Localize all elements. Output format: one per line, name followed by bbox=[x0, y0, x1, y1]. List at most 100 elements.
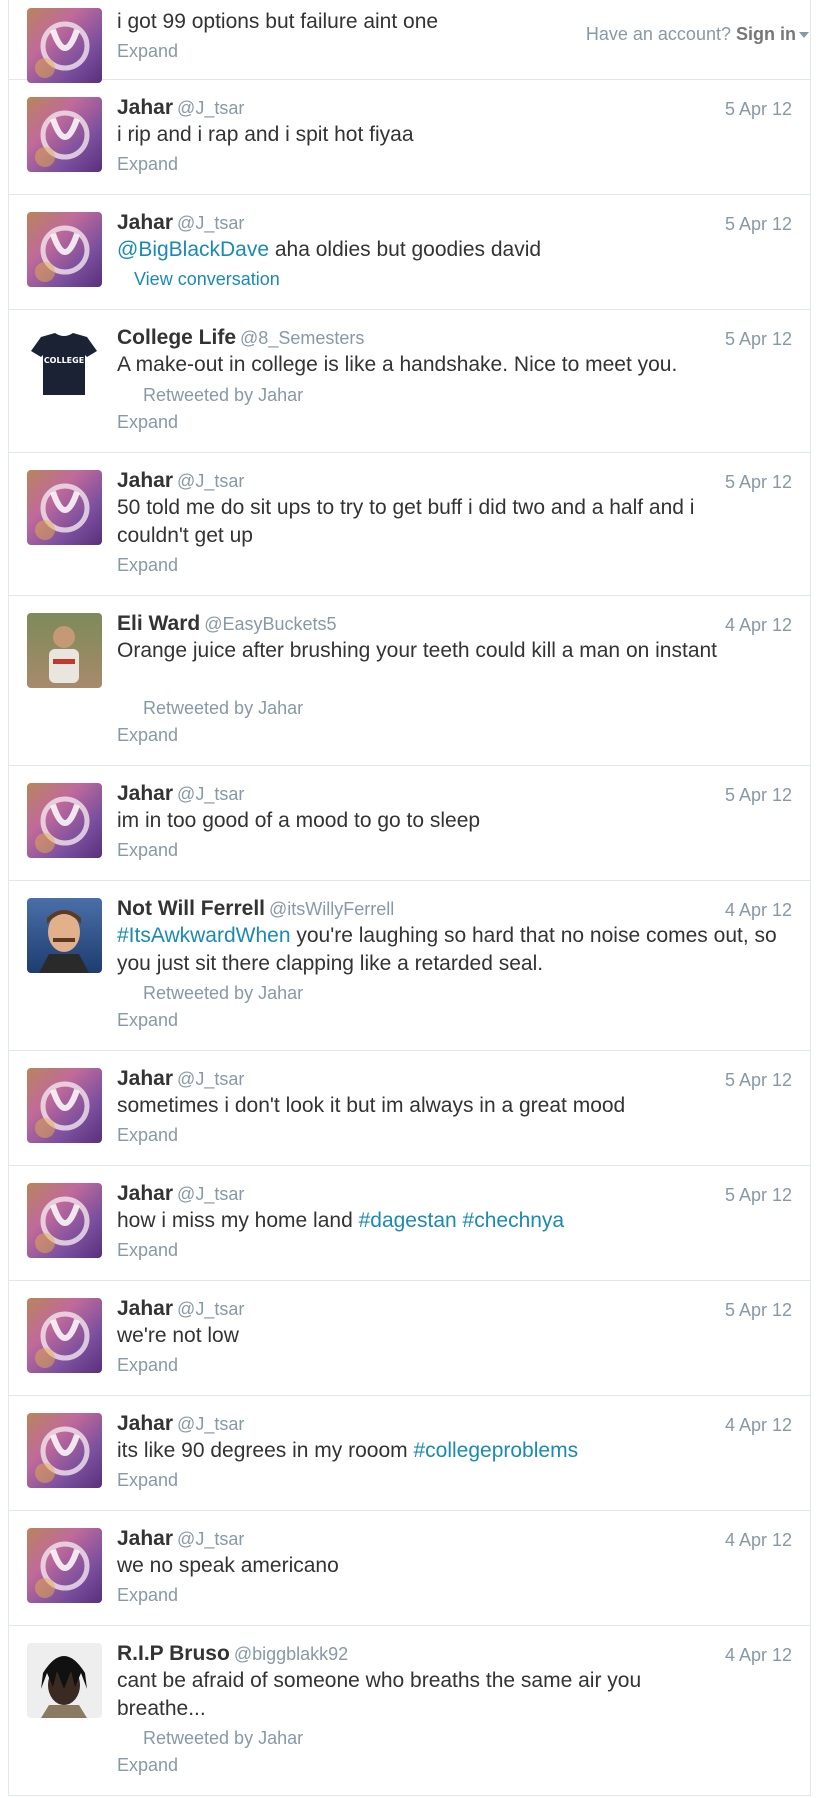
tweet-date[interactable]: 5 Apr 12 bbox=[725, 785, 792, 806]
sign-in-label: Sign in bbox=[736, 24, 796, 44]
tweet-fullname[interactable]: Jahar bbox=[117, 1412, 173, 1435]
expand-link[interactable]: Expand bbox=[117, 840, 178, 861]
tweet-item[interactable]: Jahar @J_tsar 5 Apr 12 sometimes i don't … bbox=[9, 1051, 810, 1166]
tweet-username[interactable]: @J_tsar bbox=[177, 1069, 244, 1089]
avatar[interactable] bbox=[27, 1298, 102, 1373]
avatar[interactable] bbox=[27, 613, 102, 688]
tweet-date[interactable]: 5 Apr 12 bbox=[725, 214, 792, 235]
expand-link[interactable]: Expand bbox=[117, 154, 178, 175]
tweet-item[interactable]: Jahar @J_tsar 5 Apr 12 we're not low Expa… bbox=[9, 1281, 810, 1396]
expand-link[interactable]: Expand bbox=[117, 1355, 178, 1376]
tweet-date[interactable]: 5 Apr 12 bbox=[725, 1185, 792, 1206]
tweet-username[interactable]: @J_tsar bbox=[177, 1414, 244, 1434]
expand-link[interactable]: Expand bbox=[117, 41, 178, 62]
tweet-fullname[interactable]: Jahar bbox=[117, 211, 173, 234]
tweet-item[interactable]: Not Will Ferrell @itsWillyFerrell 4 Apr 1… bbox=[9, 881, 810, 1051]
tweet-date[interactable]: 5 Apr 12 bbox=[725, 329, 792, 350]
expand-link[interactable]: Expand bbox=[117, 1240, 178, 1261]
jahar-avatar-icon bbox=[27, 1413, 102, 1488]
tweet-item[interactable]: Jahar @J_tsar 5 Apr 12 50 told me do sit … bbox=[9, 453, 810, 596]
tweet-date[interactable]: 4 Apr 12 bbox=[725, 1530, 792, 1551]
tweet-username[interactable]: @J_tsar bbox=[177, 98, 244, 118]
bruso-avatar-icon bbox=[27, 1643, 102, 1718]
tweet-username[interactable]: @J_tsar bbox=[177, 1299, 244, 1319]
avatar[interactable] bbox=[27, 1643, 102, 1718]
tweet-item[interactable]: Jahar @J_tsar 4 Apr 12 we no speak americ… bbox=[9, 1511, 810, 1626]
hashtag-link[interactable]: #chechnya bbox=[463, 1209, 565, 1232]
tweet-date[interactable]: 5 Apr 12 bbox=[725, 99, 792, 120]
tweet-fullname[interactable]: Not Will Ferrell bbox=[117, 897, 265, 920]
tweet-item[interactable]: College Life @8_Semesters 5 Apr 12 A make… bbox=[9, 310, 810, 453]
tweet-username[interactable]: @EasyBuckets5 bbox=[204, 614, 336, 634]
tweet-item[interactable]: Eli Ward @EasyBuckets5 4 Apr 12 Orange ju… bbox=[9, 596, 810, 766]
expand-link[interactable]: Expand bbox=[117, 1010, 178, 1031]
tweet-item[interactable]: Jahar @J_tsar 5 Apr 12 @BigBlackDave aha … bbox=[9, 195, 810, 310]
tweet-fullname[interactable]: Jahar bbox=[117, 1067, 173, 1090]
hashtag-link[interactable]: #dagestan bbox=[359, 1209, 457, 1232]
tweet-date[interactable]: 5 Apr 12 bbox=[725, 472, 792, 493]
tweet-text: 50 told me do sit ups to try to get buff… bbox=[117, 496, 695, 547]
tweet-username[interactable]: @J_tsar bbox=[177, 1184, 244, 1204]
tweet-fullname[interactable]: Eli Ward bbox=[117, 612, 200, 635]
tweet-header: R.I.P Bruso @biggblakk92 bbox=[117, 1642, 348, 1666]
tweet-fullname[interactable]: College Life bbox=[117, 326, 236, 349]
tweet-fullname[interactable]: Jahar bbox=[117, 96, 173, 119]
tweet-date[interactable]: 4 Apr 12 bbox=[725, 1415, 792, 1436]
tweet-text: #ItsAwkwardWhen you're laughing so hard … bbox=[117, 922, 802, 978]
expand-link[interactable]: Expand bbox=[117, 412, 178, 433]
tweet-date[interactable]: 5 Apr 12 bbox=[725, 1070, 792, 1091]
avatar[interactable] bbox=[27, 327, 102, 402]
tweet-item[interactable]: Jahar @J_tsar 5 Apr 12 im in too good of … bbox=[9, 766, 810, 881]
avatar[interactable] bbox=[27, 212, 102, 287]
avatar[interactable] bbox=[27, 8, 102, 83]
tweet-fullname[interactable]: Jahar bbox=[117, 1527, 173, 1550]
avatar[interactable] bbox=[27, 898, 102, 973]
avatar[interactable] bbox=[27, 783, 102, 858]
tweet-fullname[interactable]: R.I.P Bruso bbox=[117, 1642, 230, 1665]
tweet-date[interactable]: 4 Apr 12 bbox=[725, 615, 792, 636]
tweet-username[interactable]: @J_tsar bbox=[177, 784, 244, 804]
view-conversation-link[interactable]: View conversation bbox=[134, 269, 280, 290]
tweet-date[interactable]: 4 Apr 12 bbox=[725, 1645, 792, 1666]
tweet-fullname[interactable]: Jahar bbox=[117, 1182, 173, 1205]
avatar[interactable] bbox=[27, 97, 102, 172]
avatar[interactable] bbox=[27, 1413, 102, 1488]
avatar[interactable] bbox=[27, 1068, 102, 1143]
mention-link[interactable]: @BigBlackDave bbox=[117, 238, 269, 261]
expand-link[interactable]: Expand bbox=[117, 1470, 178, 1491]
retweeted-by: Retweeted by Jahar bbox=[143, 385, 304, 405]
tweet-item[interactable]: Jahar @J_tsar 4 Apr 12 its like 90 degree… bbox=[9, 1396, 810, 1511]
tweet-header: Jahar @J_tsar bbox=[117, 1182, 244, 1206]
avatar[interactable] bbox=[27, 470, 102, 545]
hashtag-link[interactable]: #ItsAwkwardWhen bbox=[117, 924, 291, 947]
expand-link[interactable]: Expand bbox=[117, 725, 178, 746]
tweet-header: Jahar @J_tsar bbox=[117, 211, 244, 235]
tweet-item[interactable]: R.I.P Bruso @biggblakk92 4 Apr 12 cant be… bbox=[9, 1626, 810, 1796]
tweet-username[interactable]: @itsWillyFerrell bbox=[269, 899, 394, 919]
tweet-text: its like 90 degrees in my rooom #college… bbox=[117, 1437, 722, 1465]
tweet-text: im in too good of a mood to go to sleep bbox=[117, 809, 481, 832]
expand-link[interactable]: Expand bbox=[117, 1125, 178, 1146]
tweet-username[interactable]: @J_tsar bbox=[177, 471, 244, 491]
expand-link[interactable]: Expand bbox=[117, 1585, 178, 1606]
expand-link[interactable]: Expand bbox=[117, 1755, 178, 1776]
jahar-avatar-icon bbox=[27, 1068, 102, 1143]
hashtag-link[interactable]: #collegeproblems bbox=[413, 1439, 578, 1462]
tweet-text: we no speak americano bbox=[117, 1554, 339, 1577]
tweet-fullname[interactable]: Jahar bbox=[117, 1297, 173, 1320]
tweet-item[interactable]: Jahar @J_tsar 5 Apr 12 how i miss my home… bbox=[9, 1166, 810, 1281]
avatar[interactable] bbox=[27, 1528, 102, 1603]
tweet-username[interactable]: @J_tsar bbox=[177, 1529, 244, 1549]
jahar-avatar-icon bbox=[27, 470, 102, 545]
sign-in-button[interactable]: Sign in bbox=[736, 24, 809, 44]
tweet-item[interactable]: Jahar @J_tsar 5 Apr 12 i rip and i rap an… bbox=[9, 80, 810, 195]
tweet-username[interactable]: @J_tsar bbox=[177, 213, 244, 233]
tweet-date[interactable]: 5 Apr 12 bbox=[725, 1300, 792, 1321]
tweet-date[interactable]: 4 Apr 12 bbox=[725, 900, 792, 921]
tweet-username[interactable]: @8_Semesters bbox=[240, 328, 364, 348]
tweet-username[interactable]: @biggblakk92 bbox=[234, 1644, 348, 1664]
expand-link[interactable]: Expand bbox=[117, 555, 178, 576]
avatar[interactable] bbox=[27, 1183, 102, 1258]
tweet-fullname[interactable]: Jahar bbox=[117, 782, 173, 805]
tweet-fullname[interactable]: Jahar bbox=[117, 469, 173, 492]
